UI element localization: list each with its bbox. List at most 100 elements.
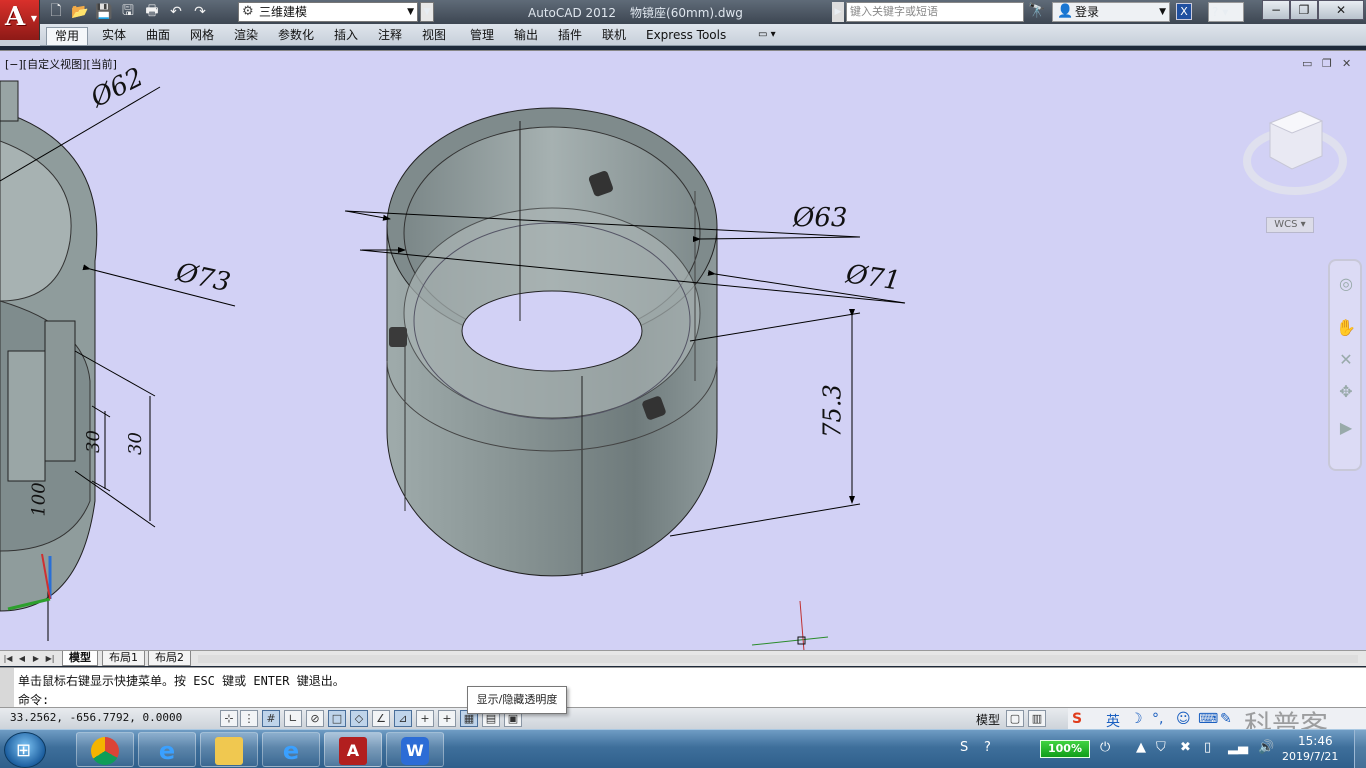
first-tab-icon[interactable]: |◀ xyxy=(2,652,14,665)
tab-model[interactable]: 模型 xyxy=(62,651,98,666)
command-grip[interactable] xyxy=(0,668,14,708)
dynamic-ucs-icon[interactable]: ⊿ xyxy=(394,710,412,727)
smile-icon[interactable]: ☺ xyxy=(1176,711,1191,727)
taskbar-ie-2[interactable]: e xyxy=(262,732,320,767)
tab-layout2[interactable]: 布局2 xyxy=(148,651,191,666)
close-button[interactable]: ✕ xyxy=(1318,0,1364,20)
search-expand-button[interactable]: ▶ xyxy=(832,2,844,22)
device-icon[interactable]: ▯ xyxy=(1204,740,1211,755)
tray-expand-icon[interactable]: ▲ xyxy=(1136,740,1146,755)
ime-lang[interactable]: 英 xyxy=(1106,711,1120,731)
dynamic-input-icon[interactable]: + xyxy=(416,710,434,727)
orbit-icon[interactable]: ✥ xyxy=(1335,381,1357,403)
tab-insert[interactable]: 插入 xyxy=(334,27,358,45)
viewport-minimize-button[interactable]: ▭ xyxy=(1302,57,1312,70)
prev-tab-icon[interactable]: ◀ xyxy=(16,652,28,665)
search-input[interactable]: 键入关键字或短语 xyxy=(846,2,1024,22)
tab-plugins[interactable]: 插件 xyxy=(558,27,582,45)
ortho-mode-icon[interactable]: ∟ xyxy=(284,710,302,727)
voice-icon[interactable]: ✎ xyxy=(1220,711,1232,727)
help-tray-icon[interactable]: ? xyxy=(984,740,991,755)
viewport-restore-button[interactable]: ❐ xyxy=(1322,57,1332,70)
model-space-button[interactable]: 模型 xyxy=(976,711,1000,728)
sogou-icon[interactable]: S xyxy=(1072,711,1082,727)
start-button[interactable]: ⊞ xyxy=(4,732,46,768)
redo-icon[interactable]: ↷ xyxy=(190,3,210,21)
shield-icon[interactable]: ⛉ xyxy=(1156,740,1166,755)
undo-icon[interactable]: ↶ xyxy=(166,3,186,21)
next-tab-icon[interactable]: ▶ xyxy=(30,652,42,665)
maximize-button[interactable]: ❐ xyxy=(1290,0,1318,20)
tab-solid[interactable]: 实体 xyxy=(102,27,126,45)
object-snap-icon[interactable]: □ xyxy=(328,710,346,727)
infer-constraints-icon[interactable]: ⊹ xyxy=(220,710,238,727)
taskbar-wps[interactable]: W xyxy=(386,732,444,767)
punct-icon[interactable]: °, xyxy=(1152,711,1163,727)
moon-icon[interactable]: ☽ xyxy=(1130,711,1143,727)
tab-online[interactable]: 联机 xyxy=(602,27,626,45)
taskbar-ie[interactable]: e xyxy=(138,732,196,767)
minimize-button[interactable]: − xyxy=(1262,0,1290,20)
viewport-label[interactable]: [−][自定义视图][当前] xyxy=(5,56,117,72)
snap-mode-icon[interactable]: ⋮ xyxy=(240,710,258,727)
showmotion-icon[interactable]: ▶ xyxy=(1335,417,1357,439)
taskbar-autocad[interactable]: A xyxy=(324,732,382,767)
tab-annotate[interactable]: 注释 xyxy=(378,27,402,45)
command-input[interactable]: 命令: xyxy=(18,691,49,708)
steeringwheel-icon[interactable]: ◎ xyxy=(1335,273,1357,295)
application-menu-button[interactable]: A ▼ xyxy=(0,0,40,40)
tab-mesh[interactable]: 网格 xyxy=(190,27,214,45)
lineweight-icon[interactable]: + xyxy=(438,710,456,727)
horizontal-scrollbar[interactable] xyxy=(198,655,1358,663)
power-plug-icon[interactable]: ⏻ xyxy=(1100,740,1110,755)
quick-view-layouts-icon[interactable]: ▢ xyxy=(1006,710,1024,727)
taskbar-explorer[interactable] xyxy=(200,732,258,767)
binoculars-icon[interactable]: 🔭 xyxy=(1028,3,1045,19)
volume-icon[interactable]: 🔊 xyxy=(1258,740,1274,755)
help-button[interactable]: ? ▾ xyxy=(1208,2,1244,22)
open-icon[interactable]: 📂 xyxy=(70,3,90,21)
tab-surface[interactable]: 曲面 xyxy=(146,27,170,45)
windows-taskbar: ⊞ e e A W S ? 100% ⏻ ▲ ⛉ ✖ ▯ ▂▄ 🔊 15:46 … xyxy=(0,729,1366,768)
tab-home[interactable]: 常用 xyxy=(46,27,89,45)
zoom-icon[interactable]: ✕ xyxy=(1335,349,1357,371)
signal-icon[interactable]: ▂▄ xyxy=(1228,740,1248,755)
sogou-tray-icon[interactable]: S xyxy=(960,740,968,755)
tab-manage[interactable]: 管理 xyxy=(470,27,494,45)
taskbar-chrome[interactable] xyxy=(76,732,134,767)
tab-output[interactable]: 输出 xyxy=(514,27,538,45)
wcs-menu[interactable]: WCS ▾ xyxy=(1266,217,1314,233)
last-tab-icon[interactable]: ▶| xyxy=(44,652,56,665)
polar-tracking-icon[interactable]: ⊘ xyxy=(306,710,324,727)
tab-view[interactable]: 视图 xyxy=(422,27,446,45)
coordinates-readout[interactable]: 33.2562, -656.7792, 0.0000 xyxy=(10,711,182,724)
ie-icon-2: e xyxy=(282,737,300,765)
saveas-icon[interactable]: 🖫 xyxy=(118,3,138,21)
keyboard-icon[interactable]: ⌨ xyxy=(1198,711,1218,727)
object-snap-tracking-icon[interactable]: ∠ xyxy=(372,710,390,727)
3d-object-snap-icon[interactable]: ◇ xyxy=(350,710,368,727)
tab-render[interactable]: 渲染 xyxy=(234,27,258,45)
workspace-dropdown[interactable]: ⚙ 三维建模 ▼ xyxy=(238,2,418,22)
network-error-icon[interactable]: ✖ xyxy=(1180,740,1191,755)
show-desktop-button[interactable] xyxy=(1354,730,1366,768)
viewcube[interactable] xyxy=(1243,110,1347,195)
viewport-close-button[interactable]: ✕ xyxy=(1342,57,1351,70)
print-icon[interactable]: 🖶 xyxy=(142,3,162,21)
grid-display-icon[interactable]: # xyxy=(262,710,280,727)
save-icon[interactable]: 💾 xyxy=(94,3,114,21)
new-icon[interactable]: 🗋 xyxy=(46,3,66,21)
pan-icon[interactable]: ✋ xyxy=(1335,317,1357,339)
drawing-viewport[interactable]: Ø62 Ø73 Ø63 Ø71 75.3 30 30 100 [−][自定义视图… xyxy=(0,50,1366,650)
tab-parametric[interactable]: 参数化 xyxy=(278,27,314,45)
tab-layout1[interactable]: 布局1 xyxy=(102,651,145,666)
exchange-icon[interactable]: X xyxy=(1176,3,1192,20)
battery-indicator[interactable]: 100% xyxy=(1040,740,1090,758)
clock-time[interactable]: 15:46 xyxy=(1298,734,1333,748)
tab-express-tools[interactable]: Express Tools xyxy=(646,27,726,45)
workspace-more-button[interactable]: ▼ xyxy=(420,2,434,22)
quick-view-drawings-icon[interactable]: ▥ xyxy=(1028,710,1046,727)
ribbon-minimize-button[interactable]: ▭ ▾ xyxy=(758,27,786,43)
login-button[interactable]: 👤 登录 ▼ xyxy=(1052,2,1170,22)
clock-date[interactable]: 2019/7/21 xyxy=(1282,750,1338,763)
